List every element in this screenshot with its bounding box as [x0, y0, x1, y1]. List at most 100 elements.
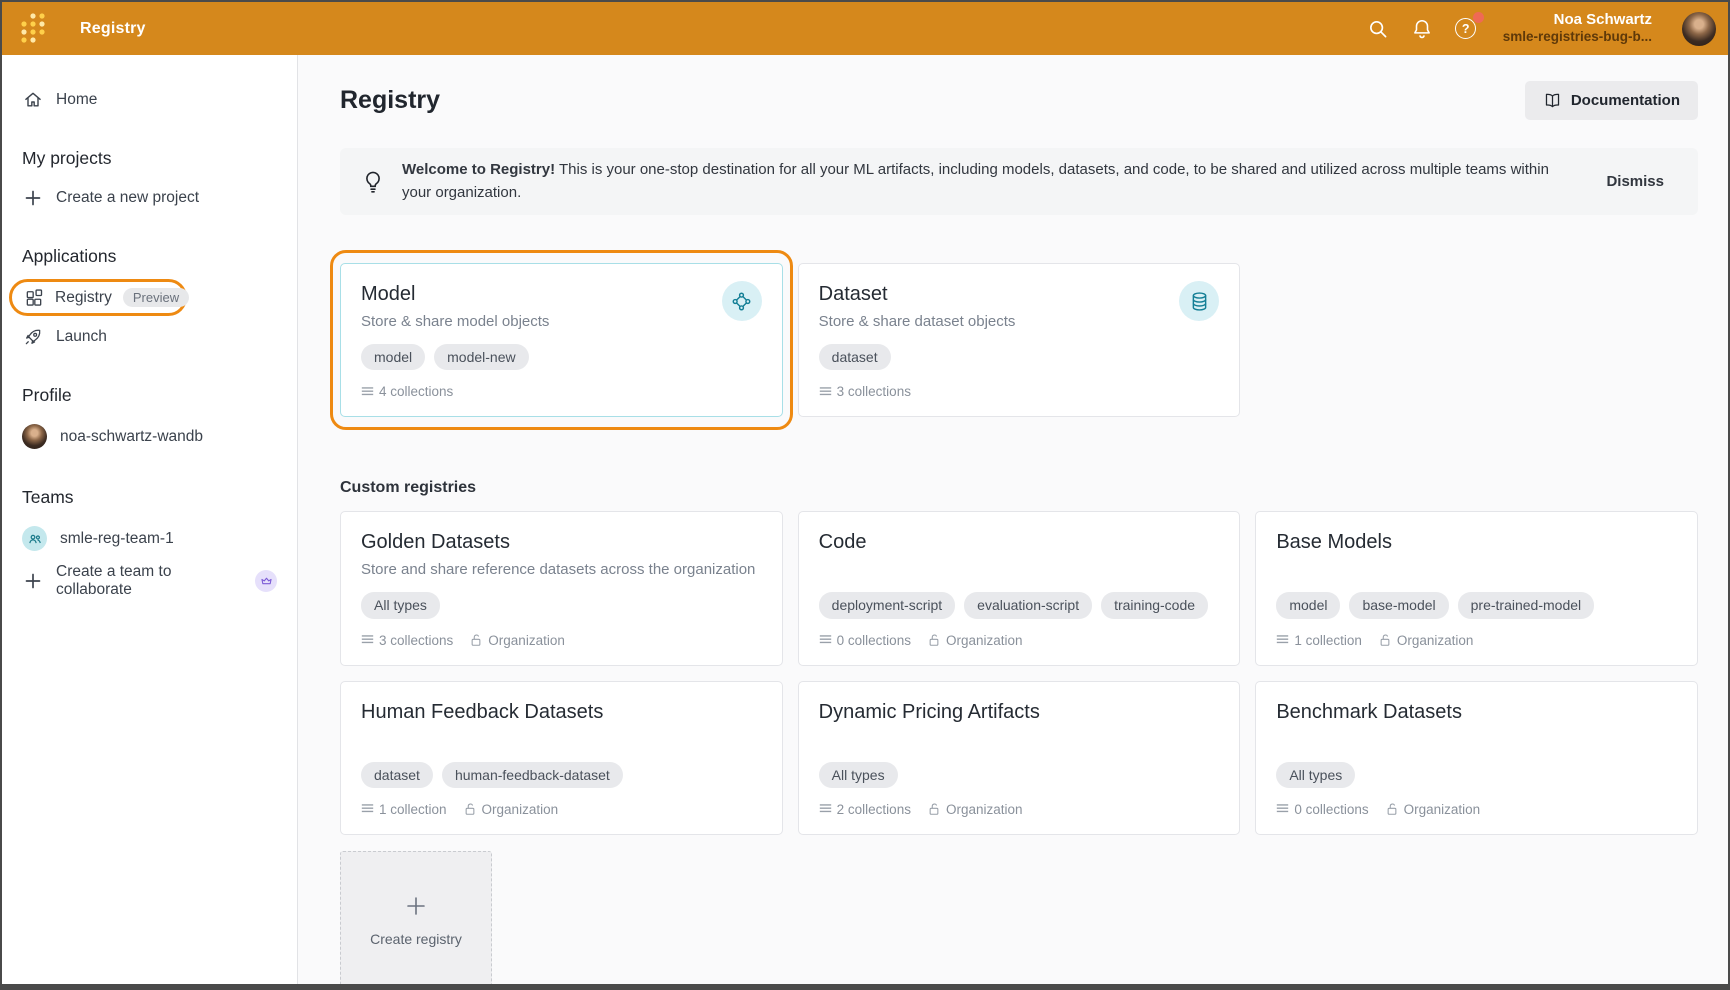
registry-card-model[interactable]: Model Store & share model objects model … [340, 263, 783, 417]
tag: model [361, 344, 425, 370]
create-team-label: Create a team to collaborate [56, 563, 242, 599]
user-name: Noa Schwartz [1503, 11, 1652, 30]
search-icon[interactable] [1365, 16, 1391, 42]
tag: evaluation-script [964, 592, 1092, 618]
card-title: Model [361, 281, 549, 307]
my-projects-heading: My projects [2, 148, 297, 169]
documentation-label: Documentation [1571, 92, 1680, 109]
team-people-icon [22, 526, 47, 551]
registry-card-base-models[interactable]: Base Models model base-model pre-trained… [1255, 511, 1698, 665]
sidebar-item-profile[interactable]: noa-schwartz-wandb [2, 418, 297, 455]
registry-card-benchmark-datasets[interactable]: Benchmark Datasets All types 0 collectio… [1255, 681, 1698, 835]
card-title: Code [819, 529, 1220, 555]
card-title: Benchmark Datasets [1276, 699, 1677, 725]
card-subtitle [819, 559, 1220, 581]
tag: model [1276, 592, 1340, 618]
teams-heading: Teams [2, 487, 297, 508]
collections-list-icon [361, 634, 374, 646]
collections-list-icon [1276, 803, 1289, 815]
applications-heading: Applications [2, 246, 297, 267]
card-subtitle [1276, 559, 1677, 581]
registry-card-dataset[interactable]: Dataset Store & share dataset objects da… [798, 263, 1241, 417]
tag: base-model [1349, 592, 1448, 618]
tag: All types [1276, 762, 1355, 788]
profile-name: noa-schwartz-wandb [60, 428, 203, 446]
collections-count: 3 collections [379, 633, 453, 648]
visibility-label: Organization [1397, 633, 1474, 648]
registry-card-human-feedback-datasets[interactable]: Human Feedback Datasets dataset human-fe… [340, 681, 783, 835]
plus-icon [405, 895, 427, 917]
collections-list-icon [361, 803, 374, 815]
collections-count: 1 collection [1294, 633, 1362, 648]
unlock-icon [463, 802, 477, 816]
tag: model-new [434, 344, 528, 370]
launch-label: Launch [56, 328, 107, 346]
sidebar-item-home[interactable]: Home [2, 83, 297, 116]
sidebar-item-team[interactable]: smle-reg-team-1 [2, 520, 297, 557]
visibility-label: Organization [1404, 802, 1481, 817]
card-title: Dynamic Pricing Artifacts [819, 699, 1220, 725]
custom-registries-heading: Custom registries [340, 479, 1698, 497]
unlock-icon [927, 633, 941, 647]
visibility-label: Organization [946, 633, 1023, 648]
collections-count: 2 collections [837, 802, 911, 817]
card-subtitle [819, 729, 1220, 751]
user-info[interactable]: Noa Schwartz smle-registries-bug-b... [1503, 11, 1652, 47]
tag: human-feedback-dataset [442, 762, 623, 788]
collections-list-icon [1276, 634, 1289, 646]
registry-label: Registry [55, 289, 112, 307]
card-subtitle [361, 729, 762, 751]
create-project-label: Create a new project [56, 189, 199, 207]
notification-dot [1473, 12, 1484, 23]
card-subtitle: Store & share dataset objects [819, 311, 1016, 333]
page-title: Registry [340, 86, 440, 115]
visibility-label: Organization [482, 802, 559, 817]
registry-card-code[interactable]: Code deployment-script evaluation-script… [798, 511, 1241, 665]
create-registry-button[interactable]: Create registry [340, 851, 492, 984]
wandb-logo-icon[interactable] [16, 9, 50, 49]
top-navbar: Registry ? Noa Schwartz smle-registries-… [2, 2, 1728, 55]
card-subtitle: Store & share model objects [361, 311, 549, 333]
tag: All types [819, 762, 898, 788]
card-title: Golden Datasets [361, 529, 762, 555]
collections-count: 1 collection [379, 802, 447, 817]
dismiss-button[interactable]: Dismiss [1596, 167, 1674, 196]
documentation-button[interactable]: Documentation [1525, 81, 1698, 120]
lightbulb-icon [360, 169, 386, 195]
app-title: Registry [80, 20, 146, 38]
registry-card-dynamic-pricing-artifacts[interactable]: Dynamic Pricing Artifacts All types 2 co… [798, 681, 1241, 835]
team-name: smle-reg-team-1 [60, 530, 174, 548]
tag: All types [361, 592, 440, 618]
book-icon [1543, 91, 1562, 110]
create-registry-label: Create registry [370, 931, 462, 947]
collections-list-icon [819, 386, 832, 398]
card-subtitle: Store and share reference datasets acros… [361, 559, 762, 581]
collections-list-icon [819, 634, 832, 646]
unlock-icon [1378, 633, 1392, 647]
main-content: Registry Documentation Welcome to Regist… [298, 55, 1728, 984]
notifications-bell-icon[interactable] [1409, 16, 1435, 42]
home-icon [22, 89, 43, 110]
registry-grid-icon [23, 287, 44, 308]
profile-avatar [22, 424, 47, 449]
user-avatar[interactable] [1682, 12, 1716, 46]
collections-count: 4 collections [379, 384, 453, 399]
tag: dataset [361, 762, 433, 788]
create-team-button[interactable]: Create a team to collaborate [2, 557, 297, 605]
sidebar-item-registry[interactable]: Registry Preview [9, 279, 187, 316]
plus-icon [22, 571, 43, 592]
card-title: Dataset [819, 281, 1016, 307]
collections-count: 0 collections [837, 633, 911, 648]
visibility-label: Organization [488, 633, 565, 648]
create-project-button[interactable]: Create a new project [2, 181, 297, 214]
registry-card-golden-datasets[interactable]: Golden Datasets Store and share referenc… [340, 511, 783, 665]
unlock-icon [1385, 802, 1399, 816]
model-network-icon [722, 281, 762, 321]
help-icon[interactable]: ? [1453, 16, 1479, 42]
unlock-icon [927, 802, 941, 816]
collections-list-icon [819, 803, 832, 815]
sidebar-item-launch[interactable]: Launch [2, 320, 297, 353]
collections-list-icon [361, 386, 374, 398]
app-window: Registry ? Noa Schwartz smle-registries-… [0, 0, 1730, 990]
plus-icon [22, 187, 43, 208]
